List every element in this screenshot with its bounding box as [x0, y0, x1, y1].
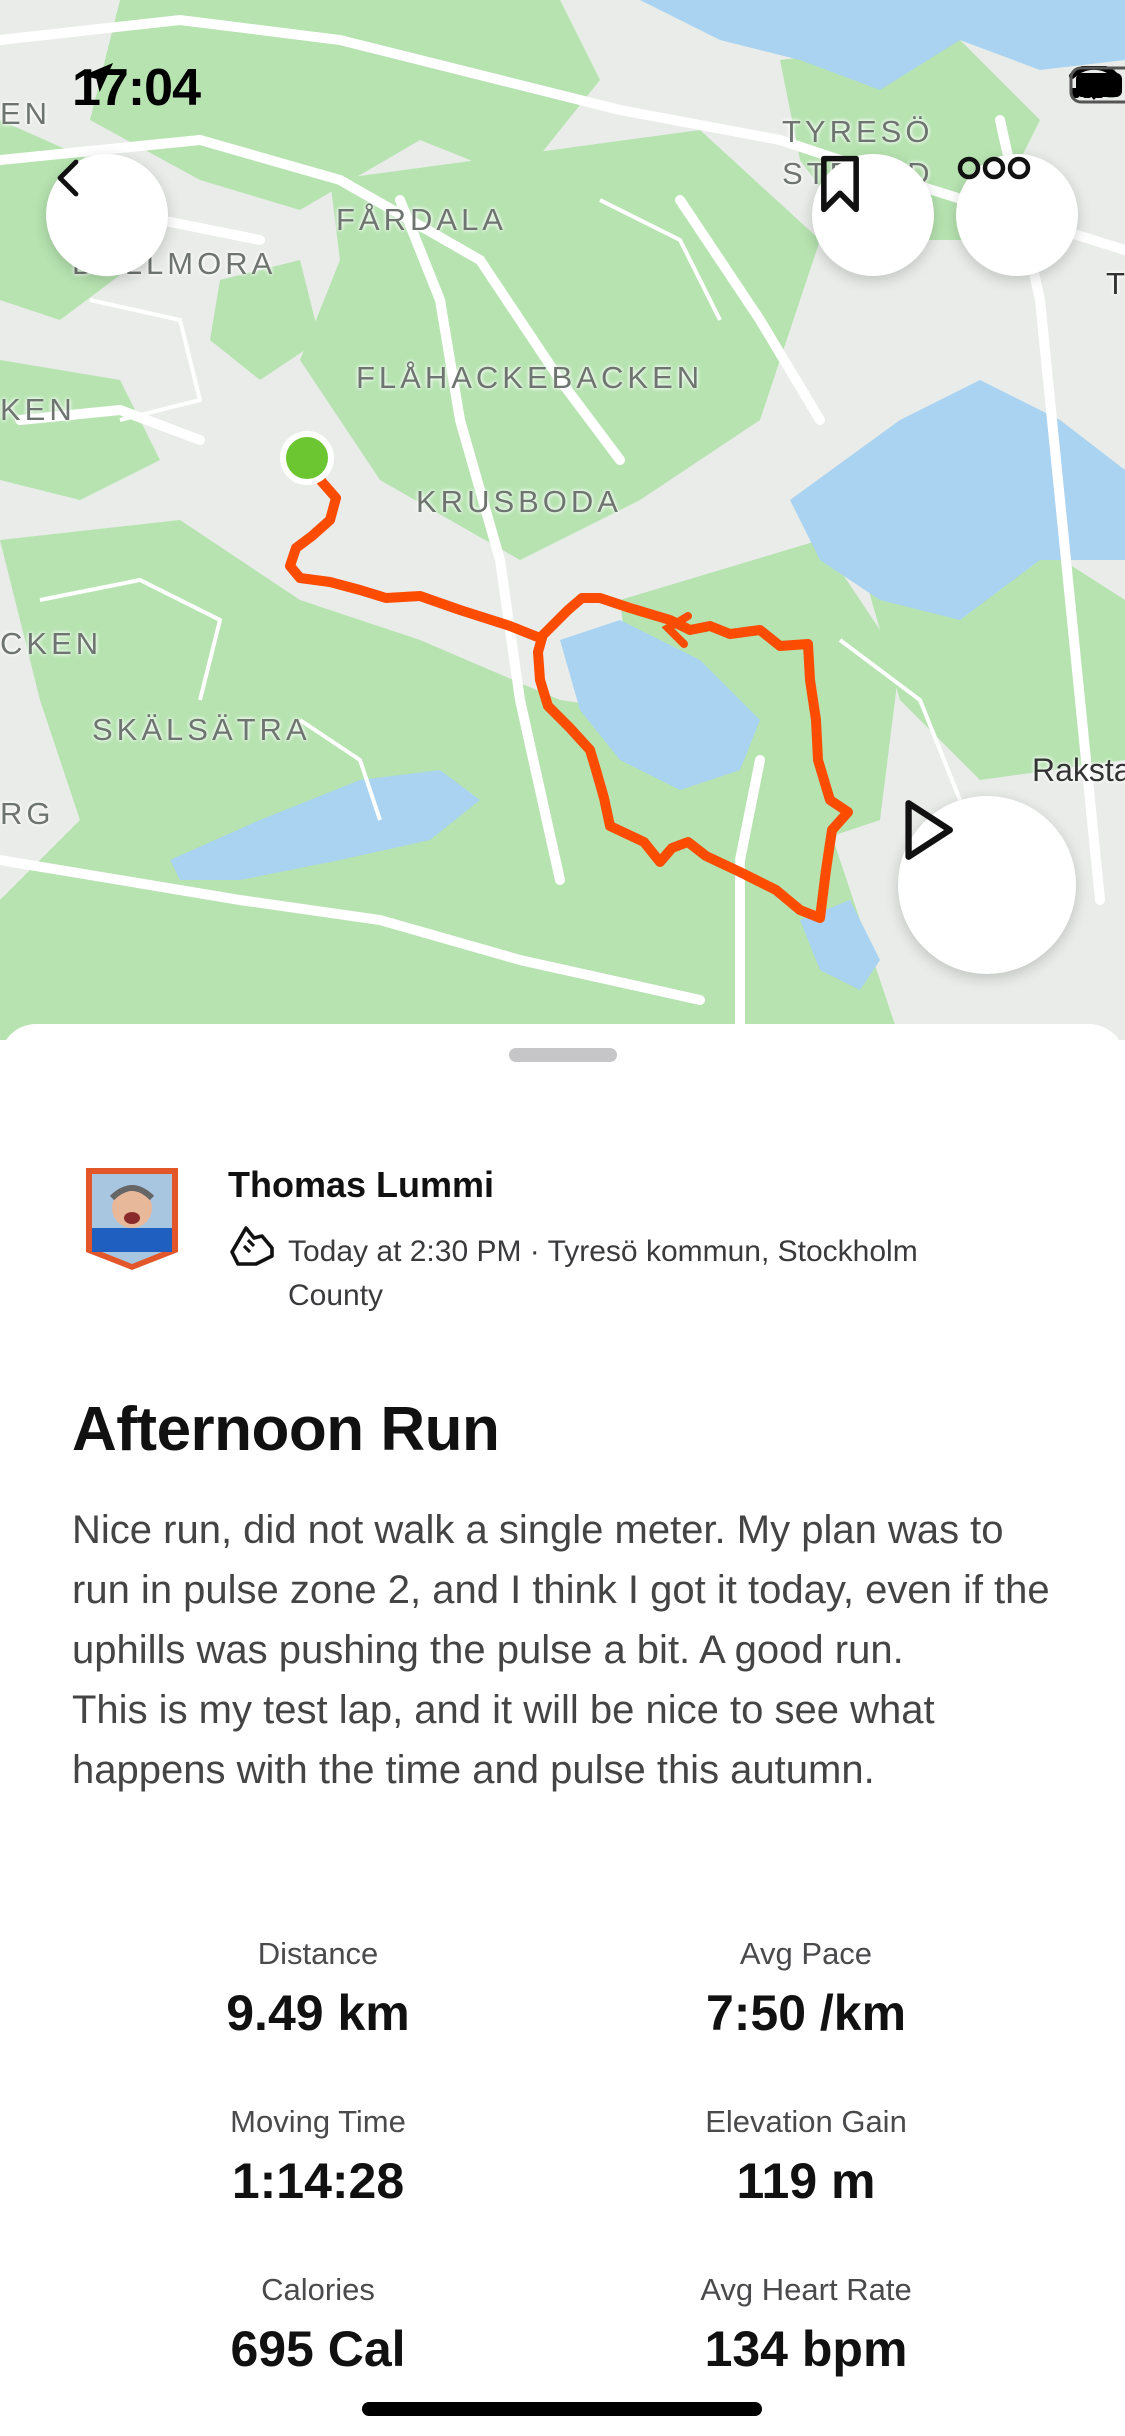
- more-dots-icon: [957, 156, 1031, 180]
- play-flyover-button[interactable]: [898, 796, 1076, 974]
- stat-label: Moving Time: [230, 2104, 406, 2139]
- home-indicator[interactable]: [362, 2402, 762, 2416]
- battery-icon: [1069, 66, 1125, 104]
- activity-meta: Today at 2:30 PM · Tyresö kommun, Stockh…: [288, 1235, 918, 1312]
- activity-sheet: Thomas Lummi Today at 2:30 PM · Tyresö k…: [0, 1024, 1125, 2436]
- route-map[interactable]: TYRESÖ STRAND FÅRDALA BOLLMORA FLÅHACKEB…: [0, 0, 1125, 1040]
- sheet-grabber[interactable]: [509, 1048, 617, 1062]
- map-label-edge-rg: RG: [0, 796, 55, 831]
- stat-label: Calories: [261, 2272, 375, 2307]
- status-time: 17:04: [72, 58, 201, 118]
- stat-avg-heart-rate: Avg Heart Rate 134 bpm: [606, 2272, 1006, 2378]
- stat-value: 119 m: [736, 2153, 876, 2209]
- map-label-edge-cken: CKEN: [0, 626, 103, 661]
- location-arrow-icon: [83, 63, 113, 93]
- activity-title: Afternoon Run: [72, 1395, 500, 1464]
- stat-calories: Calories 695 Cal: [118, 2272, 518, 2378]
- map-label-krusboda: KRUSBODA: [416, 484, 622, 519]
- stat-value: 695 Cal: [230, 2321, 406, 2377]
- stat-label: Avg Pace: [739, 1936, 873, 1971]
- stat-avg-pace: Avg Pace 7:50 /km: [606, 1936, 1006, 2042]
- stat-label: Elevation Gain: [705, 2104, 907, 2139]
- athlete-name[interactable]: Thomas Lummi: [228, 1164, 494, 1206]
- map-label-skalsatra: SKÄLSÄTRA: [92, 712, 311, 747]
- stat-label: Distance: [257, 1936, 379, 1971]
- stat-value: 9.49 km: [226, 1985, 410, 2041]
- map-label-edge-en: EN: [0, 96, 52, 131]
- activity-description: Nice run, did not walk a single meter. M…: [72, 1508, 1050, 1792]
- chevron-left-icon: [57, 159, 79, 197]
- map-label-edge-t: T: [1106, 266, 1125, 301]
- stat-elevation-gain: Elevation Gain 119 m: [606, 2104, 1006, 2210]
- map-label-tyreso: TYRESÖ: [782, 114, 934, 149]
- more-options-button[interactable]: [956, 154, 1078, 276]
- play-icon: [905, 800, 954, 860]
- start-marker: [280, 431, 334, 485]
- run-shoe-icon: [226, 1220, 278, 1270]
- stat-value: 1:14:28: [231, 2153, 405, 2209]
- map-label-flahackebacken: FLÅHACKEBACKEN: [356, 360, 704, 395]
- bookmark-icon: [821, 155, 859, 213]
- stat-value: 7:50 /km: [705, 1985, 907, 2041]
- stat-value: 134 bpm: [704, 2321, 908, 2377]
- map-label-raksta: Raksta: [1032, 752, 1125, 788]
- avatar[interactable]: [82, 1164, 182, 1274]
- stat-label: Avg Heart Rate: [700, 2272, 912, 2307]
- map-label-fardala: FÅRDALA: [336, 202, 507, 237]
- back-button[interactable]: [46, 154, 168, 276]
- bookmark-button[interactable]: [812, 154, 934, 276]
- map-label-edge-ken: KEN: [0, 392, 76, 427]
- stat-distance: Distance 9.49 km: [118, 1936, 518, 2042]
- stat-moving-time: Moving Time 1:14:28: [118, 2104, 518, 2210]
